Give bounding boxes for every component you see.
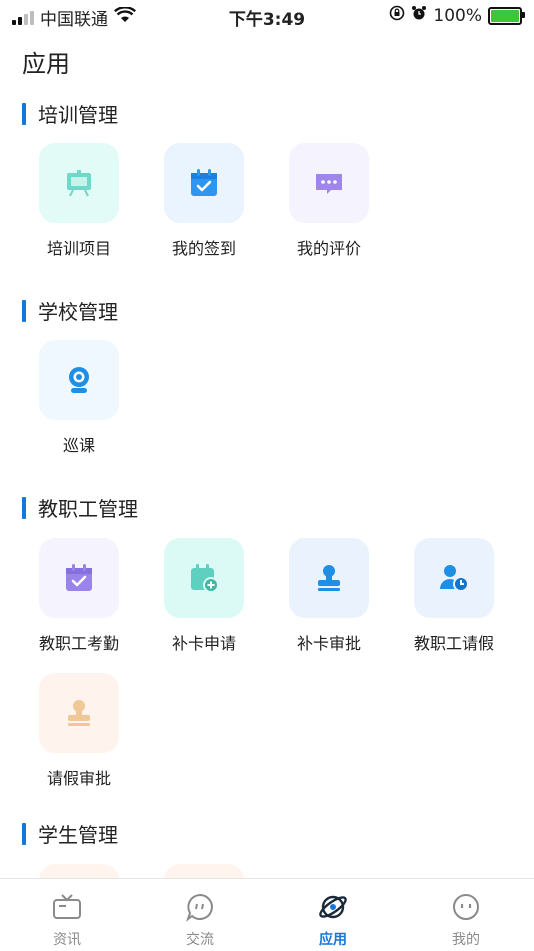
app-card-makeup-approval[interactable]: 补卡审批 (274, 538, 384, 654)
app-label: 巡课 (62, 436, 95, 455)
app-my-evaluation[interactable]: 我的评价 (274, 143, 384, 259)
section-training-title: 培训管理 (22, 99, 118, 128)
planet-icon (293, 891, 373, 923)
stamp-icon (39, 673, 119, 753)
tab-news[interactable]: 资讯 (27, 891, 107, 949)
section-staff-label: 教职工管理 (38, 497, 138, 521)
face-icon (426, 891, 506, 923)
section-student-label: 学生管理 (38, 823, 118, 847)
section-accent-bar (22, 102, 26, 125)
app-my-signin[interactable]: 我的签到 (149, 143, 259, 259)
chat-icon (160, 891, 240, 923)
app-card-makeup-request[interactable]: 补卡申请 (149, 538, 259, 654)
tv-icon (27, 891, 107, 923)
section-student-title: 学生管理 (22, 819, 118, 848)
app-training-project[interactable]: 培训项目 (24, 143, 134, 259)
tab-label: 我的 (452, 932, 480, 948)
section-accent-bar (22, 299, 26, 322)
section-school-title: 学校管理 (22, 296, 118, 325)
app-label: 培训项目 (46, 239, 111, 258)
app-patrol-class[interactable]: 巡课 (24, 340, 134, 456)
page-title: 应用 (22, 50, 70, 78)
tab-chat[interactable]: 交流 (160, 891, 240, 949)
app-label: 补卡审批 (296, 634, 361, 653)
battery-percent: 100% (433, 5, 482, 26)
app-leave-approval[interactable]: 请假审批 (24, 673, 134, 789)
tab-label: 交流 (186, 932, 214, 948)
calendar-check-icon (39, 538, 119, 618)
status-right: 100% (389, 5, 525, 26)
bottom-tab-bar: 资讯 交流 应用 我的 (0, 878, 534, 951)
app-staff-attendance[interactable]: 教职工考勤 (24, 538, 134, 654)
tab-label: 资讯 (53, 932, 81, 948)
orientation-lock-icon (389, 5, 405, 26)
section-accent-bar (22, 822, 26, 845)
stamp-icon (289, 538, 369, 618)
app-label: 我的签到 (171, 239, 236, 258)
section-school-label: 学校管理 (38, 300, 118, 324)
app-label: 教职工考勤 (38, 634, 119, 653)
presentation-board-icon (39, 143, 119, 223)
tab-label: 应用 (319, 932, 347, 948)
user-clock-icon (414, 538, 494, 618)
alarm-icon (411, 5, 427, 26)
calendar-check-icon (164, 143, 244, 223)
app-label: 补卡申请 (171, 634, 236, 653)
app-label: 请假审批 (46, 769, 111, 788)
tab-apps[interactable]: 应用 (293, 891, 373, 949)
chat-bubble-icon (289, 143, 369, 223)
calendar-add-icon (164, 538, 244, 618)
status-bar: 中国联通 下午3:49 100% (0, 0, 534, 32)
app-staff-leave[interactable]: 教职工请假 (399, 538, 509, 654)
app-label: 教职工请假 (413, 634, 494, 653)
tab-mine[interactable]: 我的 (426, 891, 506, 949)
battery-icon (488, 6, 525, 25)
section-training-label: 培训管理 (38, 103, 118, 127)
section-accent-bar (22, 496, 26, 519)
webcam-icon (39, 340, 119, 420)
app-label: 我的评价 (296, 239, 361, 258)
section-staff-title: 教职工管理 (22, 493, 138, 522)
